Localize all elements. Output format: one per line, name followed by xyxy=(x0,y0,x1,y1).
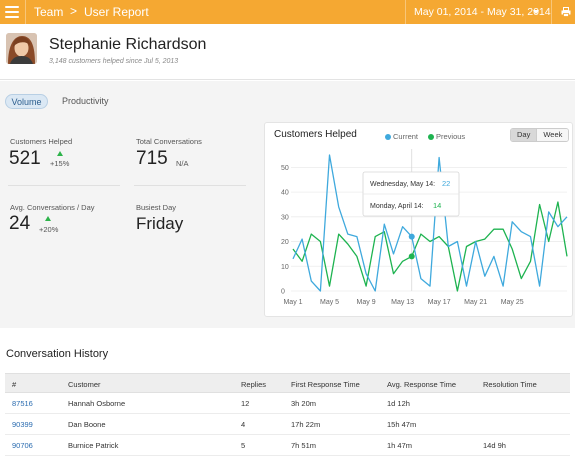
x-tick-label: May 17 xyxy=(428,299,451,306)
history-title: Conversation History xyxy=(6,348,109,360)
table-header: # Customer Replies First Response Time A… xyxy=(5,373,570,393)
column-header[interactable]: Replies xyxy=(241,380,266,389)
resolution-time: 14d 9h xyxy=(483,441,506,450)
profile-header: Stephanie Richardson 3,148 customers hel… xyxy=(0,24,575,80)
date-range-picker[interactable]: May 01, 2014 - May 31, 2014 xyxy=(414,6,551,18)
tooltip-previous-label: Monday, April 14: xyxy=(370,203,424,210)
column-header[interactable]: Customer xyxy=(68,380,101,389)
table-row[interactable]: 90399 Dan Boone 4 17h 22m 15h 47m xyxy=(5,414,570,435)
chevron-down-icon[interactable] xyxy=(533,10,539,14)
first-response-time: 3h 20m xyxy=(291,399,317,408)
y-tick-label: 50 xyxy=(281,165,289,172)
user-name: Stephanie Richardson xyxy=(49,36,207,53)
series-point-previous xyxy=(408,253,415,260)
divider xyxy=(25,0,26,24)
x-tick-label: May 13 xyxy=(391,299,414,306)
conversation-id-link[interactable]: 90706 xyxy=(12,441,33,450)
avatar xyxy=(6,33,37,64)
breadcrumb-separator: > xyxy=(70,4,78,18)
conversation-id-link[interactable]: 87516 xyxy=(12,399,33,408)
trend-up-icon xyxy=(57,151,63,156)
column-header[interactable]: First Response Time xyxy=(291,380,360,389)
replies: 5 xyxy=(241,441,246,450)
user-subtitle: 3,148 customers helped since Jul 5, 2013 xyxy=(49,58,179,65)
customer-name: Burnice Patrick xyxy=(68,441,119,450)
page-title: User Report xyxy=(84,5,149,19)
series-point-current xyxy=(408,233,415,240)
x-tick-label: May 25 xyxy=(501,299,524,306)
divider xyxy=(551,0,552,24)
replies: 12 xyxy=(241,399,250,408)
replies: 4 xyxy=(241,420,246,429)
divider xyxy=(134,185,246,186)
table-row[interactable]: 90706 Burnice Patrick 5 7h 51m 1h 47m 14… xyxy=(5,435,570,456)
printer-icon[interactable] xyxy=(561,7,571,17)
line-chart: 0 10 20 30 40 50 May 1 May 5 May 9 May 13 May 17 Ma… xyxy=(281,149,568,306)
x-tick-label: May 9 xyxy=(357,299,376,306)
table-row[interactable]: 87516 Hannah Osborne 12 3h 20m 1d 12h xyxy=(5,393,570,414)
customer-name: Hannah Osborne xyxy=(68,399,126,408)
y-tick-label: 0 xyxy=(281,289,285,296)
column-header[interactable]: Resolution Time xyxy=(483,380,537,389)
x-tick-label: May 21 xyxy=(464,299,487,306)
column-header[interactable]: # xyxy=(12,380,16,389)
y-tick-label: 10 xyxy=(281,264,289,271)
tooltip-previous-value: 14 xyxy=(433,201,441,210)
stat-label-avg-conversations: Avg. Conversations / Day xyxy=(10,203,95,212)
stat-delta-customers-helped: +15% xyxy=(50,159,70,168)
breadcrumb-team[interactable]: Team xyxy=(34,5,63,19)
divider xyxy=(405,0,406,24)
x-tick-label: May 5 xyxy=(320,299,339,306)
tab-productivity[interactable]: Productivity xyxy=(62,94,109,109)
first-response-time: 17h 22m xyxy=(291,420,321,429)
avg-response-time: 15h 47m xyxy=(387,420,417,429)
avg-response-time: 1h 47m xyxy=(387,441,413,450)
stat-value-busiest-day: Friday xyxy=(136,214,184,233)
chart-card: Customers Helped Current Previous Day Wee… xyxy=(264,122,573,317)
hamburger-icon[interactable] xyxy=(5,6,19,18)
tab-volume[interactable]: Volume xyxy=(5,94,48,109)
divider xyxy=(8,185,120,186)
conversation-id-link[interactable]: 90399 xyxy=(12,420,33,429)
first-response-time: 7h 51m xyxy=(291,441,317,450)
stat-delta-avg-conversations: +20% xyxy=(39,225,59,234)
avg-response-time: 1d 12h xyxy=(387,399,410,408)
stat-value-total-conversations: 715 xyxy=(136,148,168,169)
y-tick-label: 20 xyxy=(281,239,289,246)
history-table: # Customer Replies First Response Time A… xyxy=(5,373,570,456)
tooltip-current-value: 22 xyxy=(442,179,450,188)
stat-label-busiest-day: Busiest Day xyxy=(136,203,177,212)
x-tick-label: May 1 xyxy=(283,299,302,306)
y-tick-label: 40 xyxy=(281,190,289,197)
stat-delta-total-conversations: N/A xyxy=(176,159,189,168)
trend-up-icon xyxy=(45,216,51,221)
stat-value-customers-helped: 521 xyxy=(9,148,41,169)
tooltip-current-label: Wednesday, May 14: xyxy=(370,181,435,188)
stat-value-avg-conversations: 24 xyxy=(9,213,31,234)
customer-name: Dan Boone xyxy=(68,420,106,429)
stat-label-customers-helped: Customers Helped xyxy=(10,137,73,146)
y-tick-label: 30 xyxy=(281,214,289,221)
stat-label-total-conversations: Total Conversations xyxy=(136,137,202,146)
column-header[interactable]: Avg. Response Time xyxy=(387,380,456,389)
top-bar: Team > User Report May 01, 2014 - May 31… xyxy=(0,0,575,24)
